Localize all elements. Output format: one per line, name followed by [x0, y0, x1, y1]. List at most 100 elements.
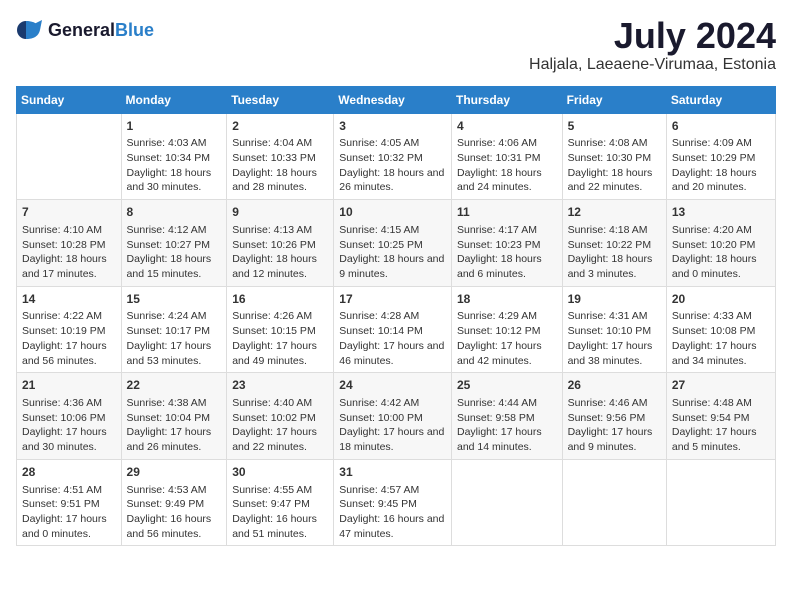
day-info: Sunrise: 4:57 AMSunset: 9:45 PMDaylight:… — [339, 483, 446, 542]
weekday-header-monday: Monday — [121, 86, 227, 113]
calendar-cell: 24 Sunrise: 4:42 AMSunset: 10:00 PMDaylig… — [334, 373, 452, 460]
day-info: Sunrise: 4:05 AMSunset: 10:32 PMDaylight… — [339, 136, 446, 195]
day-info: Sunrise: 4:29 AMSunset: 10:12 PMDaylight… — [457, 309, 557, 368]
day-number: 17 — [339, 291, 446, 308]
calendar-cell: 12 Sunrise: 4:18 AMSunset: 10:22 PMDaylig… — [562, 200, 666, 287]
day-number: 2 — [232, 118, 328, 135]
day-info: Sunrise: 4:06 AMSunset: 10:31 PMDaylight… — [457, 136, 557, 195]
day-info: Sunrise: 4:24 AMSunset: 10:17 PMDaylight… — [127, 309, 222, 368]
calendar-cell: 1Sunrise: 4:03 AMSunset: 10:34 PMDayligh… — [121, 113, 227, 200]
logo-text: GeneralBlue — [48, 20, 154, 41]
calendar-cell: 31 Sunrise: 4:57 AMSunset: 9:45 PMDayligh… — [334, 459, 452, 546]
day-number: 26 — [568, 377, 661, 394]
page-header: GeneralBlue July 2024 Haljala, Laeaene-V… — [16, 16, 776, 74]
day-info: Sunrise: 4:31 AMSunset: 10:10 PMDaylight… — [568, 309, 661, 368]
calendar-cell: 10Sunrise: 4:15 AMSunset: 10:25 PMDaylig… — [334, 200, 452, 287]
calendar-cell: 8 Sunrise: 4:12 AMSunset: 10:27 PMDayligh… — [121, 200, 227, 287]
day-info: Sunrise: 4:03 AMSunset: 10:34 PMDaylight… — [127, 136, 222, 195]
calendar-cell: 18Sunrise: 4:29 AMSunset: 10:12 PMDaylig… — [451, 286, 562, 373]
location-title: Haljala, Laeaene-Virumaa, Estonia — [529, 56, 776, 74]
logo: GeneralBlue — [16, 16, 154, 44]
calendar-cell: 6Sunrise: 4:09 AMSunset: 10:29 PMDayligh… — [666, 113, 775, 200]
calendar-cell: 15Sunrise: 4:24 AMSunset: 10:17 PMDaylig… — [121, 286, 227, 373]
month-title: July 2024 — [529, 16, 776, 56]
day-info: Sunrise: 4:48 AMSunset: 9:54 PMDaylight:… — [672, 396, 770, 455]
day-number: 31 — [339, 464, 446, 481]
calendar-cell: 29 Sunrise: 4:53 AMSunset: 9:49 PMDayligh… — [121, 459, 227, 546]
calendar-cell: 9Sunrise: 4:13 AMSunset: 10:26 PMDayligh… — [227, 200, 334, 287]
title-block: July 2024 Haljala, Laeaene-Virumaa, Esto… — [529, 16, 776, 74]
calendar-body: 1Sunrise: 4:03 AMSunset: 10:34 PMDayligh… — [17, 113, 776, 546]
calendar-cell: 3Sunrise: 4:05 AMSunset: 10:32 PMDayligh… — [334, 113, 452, 200]
day-number: 29 — [127, 464, 222, 481]
calendar-week-5: 28Sunrise: 4:51 AMSunset: 9:51 PMDayligh… — [17, 459, 776, 546]
calendar-table: SundayMondayTuesdayWednesdayThursdayFrid… — [16, 86, 776, 547]
day-number: 14 — [22, 291, 116, 308]
day-number: 5 — [568, 118, 661, 135]
calendar-header-row: SundayMondayTuesdayWednesdayThursdayFrid… — [17, 86, 776, 113]
day-number: 9 — [232, 204, 328, 221]
weekday-header-friday: Friday — [562, 86, 666, 113]
day-number: 8 — [127, 204, 222, 221]
weekday-header-thursday: Thursday — [451, 86, 562, 113]
day-number: 24 — [339, 377, 446, 394]
calendar-cell: 26 Sunrise: 4:46 AMSunset: 9:56 PMDayligh… — [562, 373, 666, 460]
day-info: Sunrise: 4:08 AMSunset: 10:30 PMDaylight… — [568, 136, 661, 195]
day-number: 11 — [457, 204, 557, 221]
logo-blue: Blue — [115, 20, 154, 40]
day-number: 30 — [232, 464, 328, 481]
day-number: 1 — [127, 118, 222, 135]
weekday-header-tuesday: Tuesday — [227, 86, 334, 113]
calendar-cell: 21 Sunrise: 4:36 AMSunset: 10:06 PMDaylig… — [17, 373, 122, 460]
day-number: 25 — [457, 377, 557, 394]
day-info: Sunrise: 4:28 AMSunset: 10:14 PMDaylight… — [339, 309, 446, 368]
day-number: 20 — [672, 291, 770, 308]
day-info: Sunrise: 4:09 AMSunset: 10:29 PMDaylight… — [672, 136, 770, 195]
calendar-cell: 28Sunrise: 4:51 AMSunset: 9:51 PMDayligh… — [17, 459, 122, 546]
logo-general: General — [48, 20, 115, 40]
calendar-cell: 30Sunrise: 4:55 AMSunset: 9:47 PMDayligh… — [227, 459, 334, 546]
day-info: Sunrise: 4:22 AMSunset: 10:19 PMDaylight… — [22, 309, 116, 368]
calendar-cell: 27 Sunrise: 4:48 AMSunset: 9:54 PMDayligh… — [666, 373, 775, 460]
calendar-cell: 16Sunrise: 4:26 AMSunset: 10:15 PMDaylig… — [227, 286, 334, 373]
day-info: Sunrise: 4:46 AMSunset: 9:56 PMDaylight:… — [568, 396, 661, 455]
calendar-week-3: 14Sunrise: 4:22 AMSunset: 10:19 PMDaylig… — [17, 286, 776, 373]
weekday-header-saturday: Saturday — [666, 86, 775, 113]
calendar-cell: 19Sunrise: 4:31 AMSunset: 10:10 PMDaylig… — [562, 286, 666, 373]
day-info: Sunrise: 4:40 AMSunset: 10:02 PMDaylight… — [232, 396, 328, 455]
day-info: Sunrise: 4:44 AMSunset: 9:58 PMDaylight:… — [457, 396, 557, 455]
calendar-cell: 5Sunrise: 4:08 AMSunset: 10:30 PMDayligh… — [562, 113, 666, 200]
day-number: 15 — [127, 291, 222, 308]
day-number: 22 — [127, 377, 222, 394]
day-info: Sunrise: 4:53 AMSunset: 9:49 PMDaylight:… — [127, 483, 222, 542]
day-info: Sunrise: 4:12 AMSunset: 10:27 PMDaylight… — [127, 223, 222, 282]
day-number: 6 — [672, 118, 770, 135]
calendar-cell: 13Sunrise: 4:20 AMSunset: 10:20 PMDaylig… — [666, 200, 775, 287]
day-info: Sunrise: 4:51 AMSunset: 9:51 PMDaylight:… — [22, 483, 116, 542]
day-info: Sunrise: 4:18 AMSunset: 10:22 PMDaylight… — [568, 223, 661, 282]
day-info: Sunrise: 4:33 AMSunset: 10:08 PMDaylight… — [672, 309, 770, 368]
weekday-header-sunday: Sunday — [17, 86, 122, 113]
weekday-header-wednesday: Wednesday — [334, 86, 452, 113]
day-number: 12 — [568, 204, 661, 221]
day-number: 4 — [457, 118, 557, 135]
calendar-cell: 14Sunrise: 4:22 AMSunset: 10:19 PMDaylig… — [17, 286, 122, 373]
day-number: 19 — [568, 291, 661, 308]
day-number: 10 — [339, 204, 446, 221]
day-info: Sunrise: 4:10 AMSunset: 10:28 PMDaylight… — [22, 223, 116, 282]
calendar-cell: 2Sunrise: 4:04 AMSunset: 10:33 PMDayligh… — [227, 113, 334, 200]
day-number: 16 — [232, 291, 328, 308]
calendar-week-2: 7 Sunrise: 4:10 AMSunset: 10:28 PMDayligh… — [17, 200, 776, 287]
day-info: Sunrise: 4:42 AMSunset: 10:00 PMDaylight… — [339, 396, 446, 455]
day-number: 27 — [672, 377, 770, 394]
day-info: Sunrise: 4:17 AMSunset: 10:23 PMDaylight… — [457, 223, 557, 282]
calendar-cell — [562, 459, 666, 546]
calendar-cell: 25 Sunrise: 4:44 AMSunset: 9:58 PMDayligh… — [451, 373, 562, 460]
calendar-cell: 7 Sunrise: 4:10 AMSunset: 10:28 PMDayligh… — [17, 200, 122, 287]
day-number: 7 — [22, 204, 116, 221]
day-number: 21 — [22, 377, 116, 394]
calendar-cell: 20Sunrise: 4:33 AMSunset: 10:08 PMDaylig… — [666, 286, 775, 373]
day-number: 23 — [232, 377, 328, 394]
day-number: 3 — [339, 118, 446, 135]
day-info: Sunrise: 4:36 AMSunset: 10:06 PMDaylight… — [22, 396, 116, 455]
